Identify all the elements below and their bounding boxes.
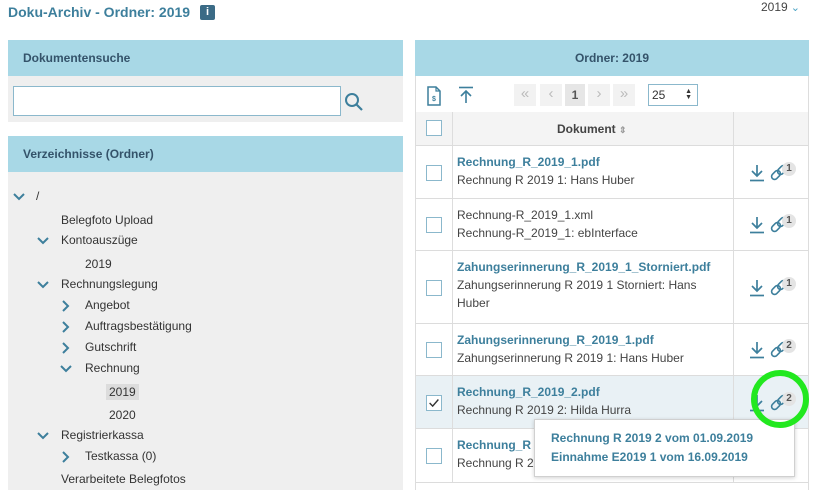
page-size-select[interactable]: 25 ▲ ▼ — [648, 84, 698, 106]
column-header-label: Dokument — [557, 122, 616, 136]
row-checkbox[interactable] — [426, 165, 442, 181]
checkmark-icon — [429, 399, 439, 408]
search-input[interactable] — [13, 86, 341, 116]
table-header-row: Dokument ⇕ — [416, 112, 808, 146]
folder-panel-heading: Ordner: 2019 — [415, 40, 809, 76]
folder-tree-heading: Verzeichnisse (Ordner) — [8, 136, 403, 172]
link-count-badge: 2 — [782, 339, 796, 353]
column-header-dokument[interactable]: Dokument ⇕ — [557, 122, 627, 136]
tree-item-rechnungslegung[interactable]: Rechnungslegung — [61, 277, 158, 291]
document-description: Rechnung-R_2019_1: ebInterface — [457, 226, 638, 240]
document-description: Zahungserinnerung R 2019 1: Hans Huber — [457, 351, 684, 365]
row-checkbox[interactable] — [426, 217, 442, 233]
tree-item-rechnung-2020[interactable]: 2020 — [109, 408, 136, 422]
tree-item-rechnung-2019-selected[interactable]: 2019 — [106, 384, 139, 400]
svg-text:$: $ — [432, 96, 436, 103]
document-description: Rechnung R 2019 2: Hilda Hurra — [457, 403, 632, 417]
table-row[interactable]: Rechnung_R_2019_1.pdf Rechnung R 2019 1: … — [416, 146, 808, 199]
link-count-badge: 1 — [782, 214, 796, 228]
page-size-value: 25 — [652, 88, 666, 102]
tree-item-kontoauszuege-2019[interactable]: 2019 — [85, 257, 112, 271]
tree-item-verarbeitete-belegfotos[interactable]: Verarbeitete Belegfotos — [61, 472, 186, 486]
chevron-right-icon[interactable] — [58, 340, 74, 356]
tree-item-registrierkassa[interactable]: Registrierkassa — [61, 428, 144, 442]
tree-item-root[interactable]: / — [36, 189, 39, 203]
chevron-down-icon[interactable] — [35, 277, 51, 293]
chevron-right-icon[interactable] — [58, 449, 74, 465]
table-row[interactable]: Rechnung-R_2019_1.xml Rechnung-R_2019_1: … — [416, 199, 808, 251]
document-title-link[interactable]: Rechnung-R_2019_1.xml — [457, 208, 593, 222]
chevron-down-icon[interactable] — [35, 428, 51, 444]
updown-icon: ▲ ▼ — [685, 88, 692, 101]
download-icon[interactable] — [749, 279, 765, 297]
sort-icon: ⇕ — [619, 125, 627, 135]
document-description: Zahungserinnerung R 2019 1 Storniert: Ha… — [457, 278, 697, 310]
table-row[interactable]: Zahungserinnerung_R_2019_1.pdf Zahungseri… — [416, 324, 808, 376]
highlight-circle — [751, 370, 809, 428]
year-value: 2019 — [761, 0, 788, 14]
tree-item-testkassa[interactable]: Testkassa (0) — [85, 449, 156, 463]
download-icon[interactable] — [749, 164, 765, 182]
page-title: Doku-Archiv - Ordner: 2019 — [8, 4, 191, 20]
row-checkbox[interactable] — [426, 395, 442, 411]
pager-last-button[interactable]: » — [613, 84, 635, 106]
pager-first-button[interactable]: « — [514, 84, 536, 106]
chevron-down-icon[interactable] — [58, 361, 74, 377]
row-checkbox[interactable] — [426, 280, 442, 296]
info-icon[interactable]: i — [200, 5, 215, 20]
folder-toolbar — [415, 76, 809, 112]
tooltip-link-einnahme[interactable]: Einnahme E2019 1 vom 16.09.2019 — [551, 450, 748, 464]
select-all-checkbox[interactable] — [426, 120, 442, 136]
upload-to-top-icon[interactable] — [458, 86, 474, 104]
tree-item-gutschrift[interactable]: Gutschrift — [85, 340, 136, 354]
tree-item-belegfoto-upload[interactable]: Belegfoto Upload — [61, 213, 153, 227]
year-dropdown[interactable]: 2019 ⌄ — [761, 0, 800, 14]
tree-item-auftragsbestaetigung[interactable]: Auftragsbestätigung — [85, 319, 192, 333]
link-count-badge: 1 — [782, 277, 796, 291]
document-description: Rechnung R 2019 1: Hans Huber — [457, 173, 635, 187]
download-icon[interactable] — [749, 341, 765, 359]
tooltip-link-rechnung[interactable]: Rechnung R 2019 2 vom 01.09.2019 — [551, 431, 753, 445]
pager-current-page[interactable]: 1 — [565, 84, 585, 106]
document-title-link[interactable]: Zahungserinnerung_R_2019_1.pdf — [457, 333, 654, 347]
tree-item-angebot[interactable]: Angebot — [85, 298, 130, 312]
pager-prev-button[interactable]: ‹ — [540, 84, 562, 106]
download-icon[interactable] — [749, 216, 765, 234]
tree-item-rechnung[interactable]: Rechnung — [85, 361, 140, 375]
chevron-right-icon[interactable] — [58, 298, 74, 314]
chevron-right-icon[interactable] — [58, 319, 74, 335]
table-row[interactable]: Zahungserinnerung_R_2019_1_Storniert.pdf… — [416, 251, 808, 324]
tree-item-kontoauszuege[interactable]: Kontoauszüge — [61, 233, 138, 247]
search-panel-heading: Dokumentensuche — [8, 40, 403, 76]
pager-next-button[interactable]: › — [588, 84, 610, 106]
document-export-icon[interactable]: $ — [426, 86, 442, 106]
document-title-link[interactable]: Zahungserinnerung_R_2019_1_Storniert.pdf — [457, 260, 710, 274]
chevron-down-icon: ⌄ — [790, 2, 800, 14]
row-checkbox[interactable] — [426, 448, 442, 464]
link-count-badge: 1 — [782, 162, 796, 176]
document-title-link[interactable]: Rechnung_R — [457, 438, 531, 452]
chevron-down-icon[interactable] — [35, 233, 51, 249]
document-title-link[interactable]: Rechnung_R_2019_1.pdf — [457, 155, 600, 169]
links-tooltip: Rechnung R 2019 2 vom 01.09.2019 Einnahm… — [534, 419, 795, 477]
search-icon[interactable] — [344, 92, 364, 112]
document-title-link[interactable]: Rechnung_R_2019_2.pdf — [457, 385, 600, 399]
chevron-down-icon[interactable] — [11, 189, 27, 205]
row-checkbox[interactable] — [426, 342, 442, 358]
